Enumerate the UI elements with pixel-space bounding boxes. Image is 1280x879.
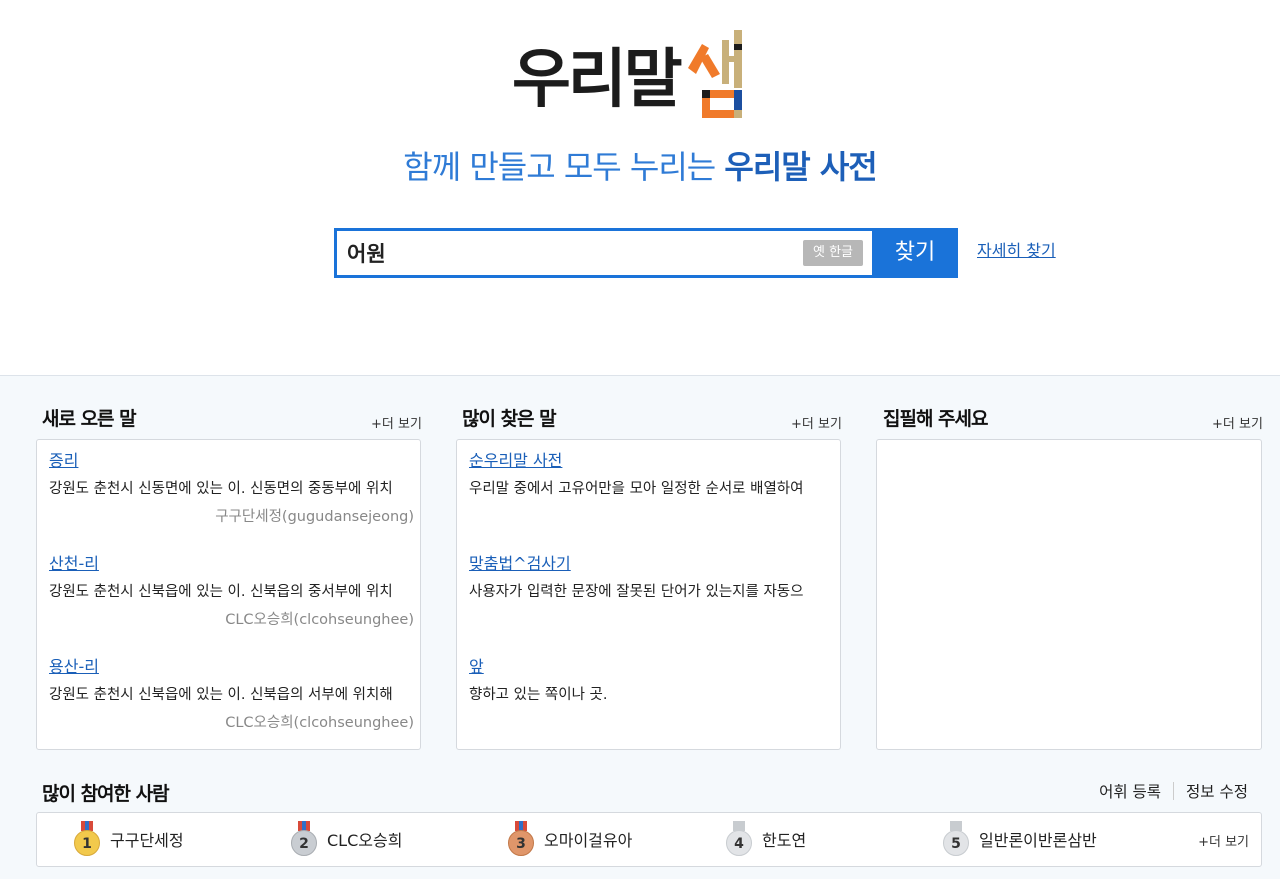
list-item: 맞춤법^검사기 사용자가 입력한 문장에 잘못된 단어가 있는지를 자동으: [469, 553, 834, 603]
old-hangul-button[interactable]: 옛 한글: [803, 240, 863, 266]
medal-icon: 3: [508, 821, 534, 857]
entry-definition: 강원도 춘천시 신북읍에 있는 이. 신북읍의 중서부에 위치: [49, 584, 393, 600]
please-write-more-link[interactable]: +더 보기: [1212, 413, 1263, 432]
site-logo[interactable]: 우리말: [512, 28, 754, 120]
search-box: 옛 한글 찾기: [334, 228, 958, 278]
please-write-title: 집필해 주세요: [883, 408, 988, 430]
medal-icon: 2: [291, 821, 317, 857]
register-word-link[interactable]: 어휘 등록: [1099, 780, 1161, 802]
entry-author: 구구단세정(gugudansejeong): [215, 509, 414, 525]
hero-section: 우리말 함께 만들고 모두 누리는 우리말 사전 어원 옛 한글 찾기 자세히 …: [0, 0, 1280, 375]
search-button[interactable]: 찾기: [872, 228, 958, 278]
divider: [1173, 782, 1175, 800]
list-item: 용산-리 강원도 춘천시 신북읍에 있는 이. 신북읍의 서부에 위치해 CLC…: [49, 656, 414, 734]
entry-definition: 강원도 춘천시 신동면에 있는 이. 신동면의 중동부에 위치: [49, 481, 393, 497]
entry-author: CLC오승희(clcohseunghee): [225, 612, 414, 628]
entry-word-link[interactable]: 증리: [49, 450, 78, 472]
entry-word-link[interactable]: 용산-리: [49, 656, 99, 678]
entry-definition: 강원도 춘천시 신북읍에 있는 이. 신북읍의 서부에 위치해: [49, 687, 393, 703]
tagline-bold: 우리말 사전: [724, 148, 877, 186]
popular-words-title: 많이 찾은 말: [462, 408, 557, 430]
please-write-card: [876, 439, 1262, 750]
logo-mark-saem: [682, 30, 754, 120]
tagline-normal: 함께 만들고 모두 누리는: [403, 148, 725, 186]
top-contributors-title: 많이 참여한 사람: [42, 783, 170, 805]
list-item: 앞 향하고 있는 쪽이나 곳.: [469, 656, 834, 706]
entry-author: CLC오승희(clcohseunghee): [225, 715, 414, 731]
contributor-name: CLC오승희: [327, 831, 403, 850]
popular-words-more-link[interactable]: +더 보기: [791, 413, 842, 432]
search-input[interactable]: [337, 231, 872, 275]
content-section: 새로 오른 말 +더 보기 증리 강원도 춘천시 신동면에 있는 이. 신동면의…: [0, 375, 1280, 879]
contributor-actions: 어휘 등록 정보 수정: [1099, 780, 1248, 802]
contributor-name: 일반론이반론삼반: [979, 831, 1097, 850]
contributor-name: 한도연: [762, 831, 807, 850]
entry-word-link[interactable]: 산천-리: [49, 553, 99, 575]
entry-word-link[interactable]: 순우리말 사전: [469, 450, 562, 472]
entry-definition: 향하고 있는 쪽이나 곳.: [469, 687, 608, 703]
tagline: 함께 만들고 모두 누리는 우리말 사전: [0, 144, 1280, 190]
contributor-item[interactable]: 2 CLC오승희: [291, 821, 402, 857]
entry-word-link[interactable]: 맞춤법^검사기: [469, 553, 571, 575]
list-item: 산천-리 강원도 춘천시 신북읍에 있는 이. 신북읍의 중서부에 위치 CLC…: [49, 553, 414, 631]
new-words-card: 증리 강원도 춘천시 신동면에 있는 이. 신동면의 중동부에 위치 구구단세정…: [36, 439, 421, 750]
contributor-name: 오마이걸유아: [544, 831, 633, 850]
edit-info-link[interactable]: 정보 수정: [1186, 780, 1248, 802]
entry-word-link[interactable]: 앞: [469, 656, 484, 678]
popular-words-card: 순우리말 사전 우리말 중에서 고유어만을 모아 일정한 순서로 배열하여 맞춤…: [456, 439, 841, 750]
contributor-item[interactable]: 5 일반론이반론삼반: [943, 821, 1097, 857]
top-contributors-card: 1 구구단세정 2 CLC오승희 3 오마이걸유아 4 한도연 5 일반론이반론…: [36, 812, 1262, 867]
medal-icon: 5: [943, 821, 969, 857]
list-item: 순우리말 사전 우리말 중에서 고유어만을 모아 일정한 순서로 배열하여: [469, 450, 834, 500]
medal-icon: 4: [726, 821, 752, 857]
contributor-item[interactable]: 3 오마이걸유아: [508, 821, 632, 857]
logo-text: 우리말: [512, 43, 683, 117]
contributors-more-link[interactable]: +더 보기: [1198, 831, 1249, 850]
entry-definition: 우리말 중에서 고유어만을 모아 일정한 순서로 배열하여: [469, 481, 804, 497]
medal-icon: 1: [74, 821, 100, 857]
advanced-search-link[interactable]: 자세히 찾기: [977, 237, 1056, 261]
contributor-item[interactable]: 1 구구단세정: [74, 821, 184, 857]
list-item: 증리 강원도 춘천시 신동면에 있는 이. 신동면의 중동부에 위치 구구단세정…: [49, 450, 414, 528]
new-words-more-link[interactable]: +더 보기: [371, 413, 422, 432]
contributor-name: 구구단세정: [110, 831, 184, 850]
entry-definition: 사용자가 입력한 문장에 잘못된 단어가 있는지를 자동으: [469, 584, 804, 600]
contributor-item[interactable]: 4 한도연: [726, 821, 806, 857]
new-words-title: 새로 오른 말: [42, 408, 137, 430]
